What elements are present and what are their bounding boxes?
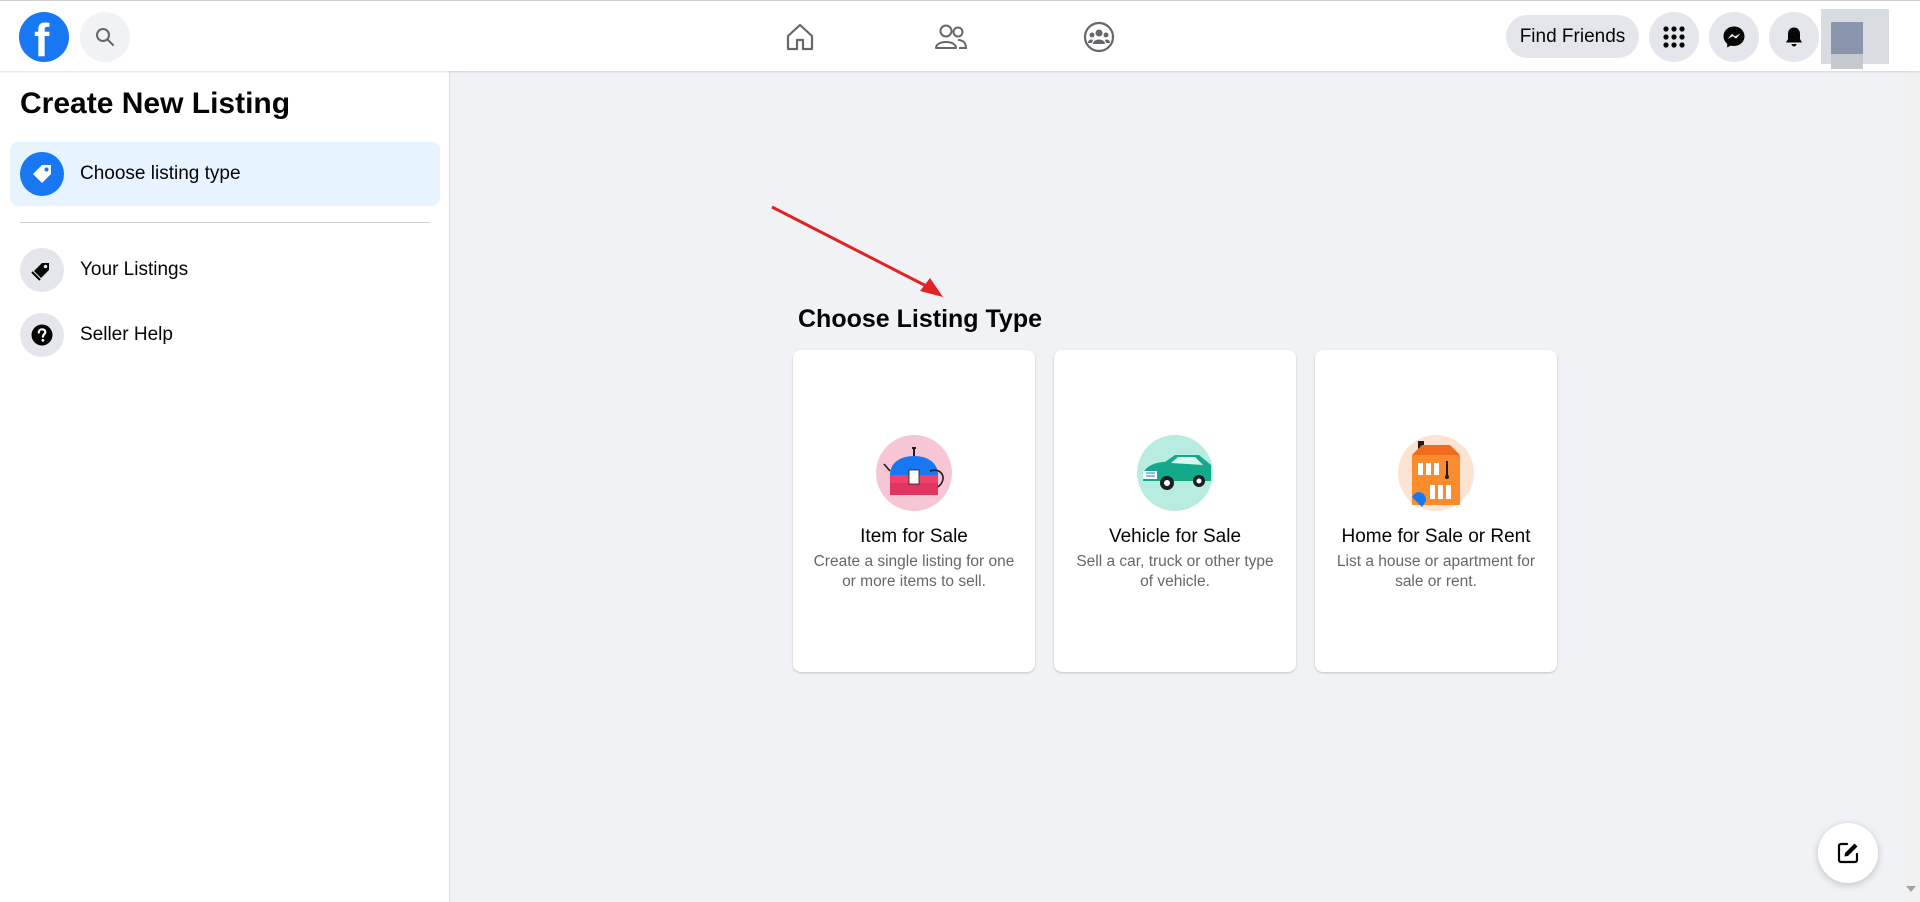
- tag-icon: [20, 152, 64, 196]
- item-sale-illustration: [876, 435, 952, 511]
- help-icon: [20, 313, 64, 357]
- sidebar-item-choose-listing-type[interactable]: Choose listing type: [10, 142, 440, 206]
- friends-icon: [935, 24, 968, 49]
- find-friends-button[interactable]: Find Friends: [1506, 15, 1639, 58]
- page-scrollbar[interactable]: [1901, 71, 1920, 902]
- nav-friends-tab[interactable]: [894, 13, 1006, 61]
- search-icon: [96, 28, 114, 46]
- nav-groups-tab[interactable]: [1043, 13, 1155, 61]
- sidebar-item-seller-help[interactable]: Seller Help: [10, 303, 440, 367]
- card-title: Home for Sale or Rent: [1341, 526, 1531, 547]
- sidebar-item-label: Seller Help: [80, 324, 173, 345]
- compose-icon: [1837, 842, 1859, 864]
- notifications-button[interactable]: [1769, 12, 1819, 62]
- sidebar-title: Create New Listing: [20, 87, 291, 120]
- card-description: Sell a car, truck or other type of vehic…: [1076, 553, 1274, 590]
- scroll-down-arrow-icon[interactable]: [1906, 886, 1916, 892]
- nav-home-tab[interactable]: [744, 13, 856, 61]
- card-title: Vehicle for Sale: [1108, 526, 1242, 547]
- messenger-icon: [1723, 26, 1745, 48]
- menu-button[interactable]: [1649, 12, 1699, 62]
- facebook-logo-letter: f: [34, 14, 50, 62]
- card-description: Create a single listing for one or more …: [813, 553, 1015, 590]
- home-illustration: [1398, 435, 1474, 511]
- sidebar-item-label: Your Listings: [80, 259, 189, 280]
- vehicle-illustration: [1137, 435, 1213, 511]
- card-title: Item for Sale: [860, 526, 968, 547]
- sidebar-item-label: Choose listing type: [80, 163, 241, 184]
- menu-grid-icon: [1663, 26, 1685, 48]
- listing-type-card-vehicle[interactable]: Vehicle for Sale Sell a car, truck or ot…: [1054, 350, 1296, 672]
- home-icon: [786, 23, 814, 51]
- profile-avatar[interactable]: [1821, 9, 1893, 69]
- annotation-arrow: [771, 205, 943, 297]
- tags-icon: [20, 248, 64, 292]
- sidebar-divider: [20, 222, 430, 223]
- top-navigation-bar: f Find Friends: [0, 0, 1920, 71]
- search-button[interactable]: [80, 12, 130, 62]
- groups-icon: [1083, 21, 1115, 53]
- card-description: List a house or apartment for sale or re…: [1336, 553, 1536, 590]
- listing-type-card-home[interactable]: Home for Sale or Rent List a house or ap…: [1315, 350, 1557, 672]
- listing-type-card-item[interactable]: Item for Sale Create a single listing fo…: [793, 350, 1035, 672]
- sidebar-item-your-listings[interactable]: Your Listings: [10, 238, 440, 302]
- page-title: Choose Listing Type: [798, 305, 1042, 333]
- facebook-logo[interactable]: f: [19, 12, 69, 62]
- messenger-button[interactable]: [1709, 12, 1759, 62]
- listing-sidebar: Create New Listing Choose listing type Y…: [0, 71, 450, 902]
- notifications-icon: [1786, 27, 1802, 47]
- new-message-button[interactable]: [1818, 823, 1878, 883]
